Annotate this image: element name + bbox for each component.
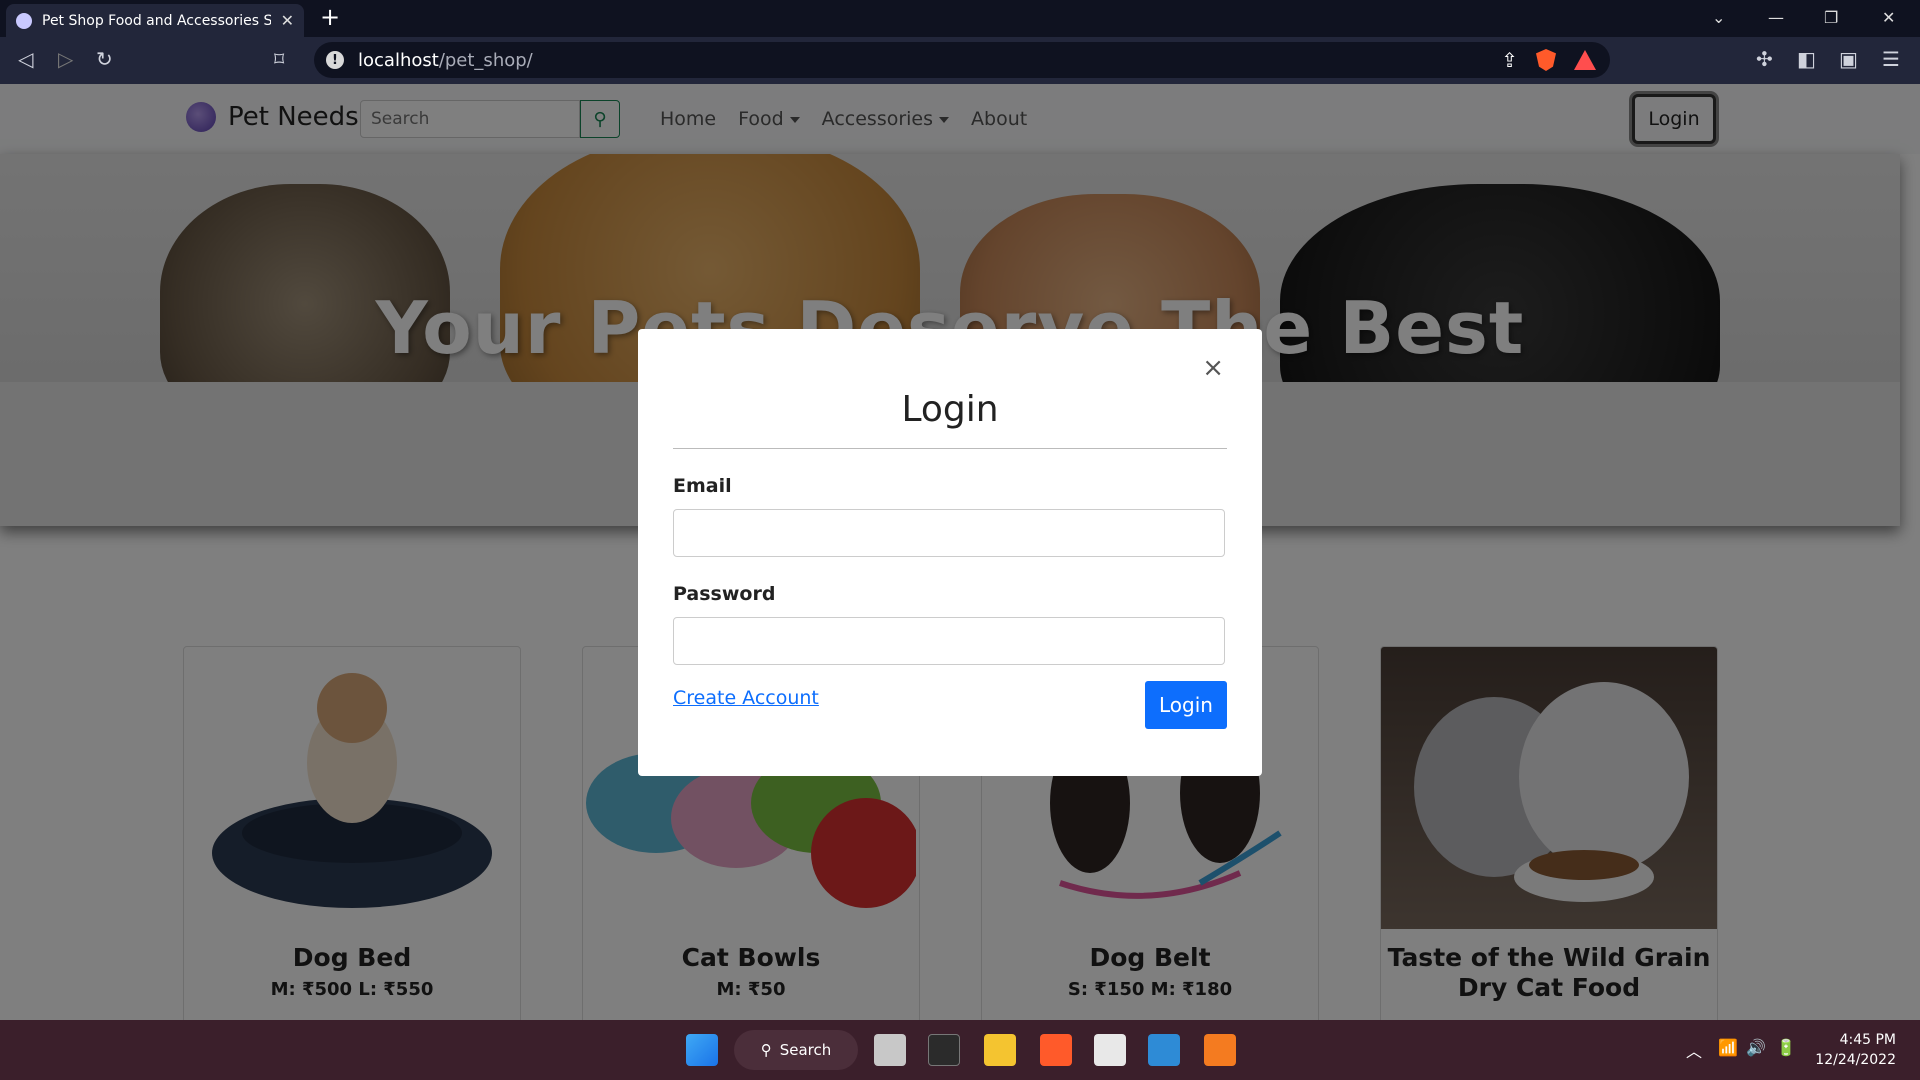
close-tab-icon[interactable]: ✕ bbox=[281, 11, 294, 30]
browser-tab-strip: Pet Shop Food and Accessories Sh ✕ + ⌄ —… bbox=[0, 0, 1920, 37]
brave-browser-icon[interactable] bbox=[1040, 1034, 1072, 1066]
reload-icon[interactable]: ↻ bbox=[96, 47, 113, 71]
volume-icon[interactable]: 🔊 bbox=[1746, 1038, 1766, 1057]
store-icon[interactable] bbox=[1094, 1034, 1126, 1066]
sidebar-icon[interactable]: ◧ bbox=[1797, 47, 1816, 71]
browser-toolbar: ◁ ▷ ↻ ⌑ ! localhost/pet_shop/ ⇪ ✣ ◧ ▣ ☰ bbox=[0, 37, 1920, 84]
system-clock[interactable]: 4:45 PM 12/24/2022 bbox=[1812, 1030, 1896, 1070]
password-label: Password bbox=[673, 583, 776, 605]
tray-chevron-icon[interactable]: ︿ bbox=[1686, 1038, 1702, 1062]
address-bar[interactable]: ! localhost/pet_shop/ ⇪ bbox=[314, 42, 1610, 78]
tab-search-icon[interactable]: ⌄ bbox=[1712, 8, 1725, 27]
url-path: /pet_shop/ bbox=[438, 49, 533, 71]
windows-start-icon[interactable] bbox=[686, 1034, 718, 1066]
site-info-icon[interactable]: ! bbox=[326, 51, 344, 69]
taskbar-search[interactable]: ⚲ Search bbox=[734, 1030, 858, 1070]
create-account-link[interactable]: Create Account bbox=[673, 687, 819, 709]
modal-title: Login bbox=[673, 389, 1227, 449]
menu-icon[interactable]: ☰ bbox=[1882, 47, 1900, 71]
brave-rewards-icon[interactable] bbox=[1574, 50, 1596, 70]
email-field[interactable] bbox=[673, 509, 1225, 557]
tab-title: Pet Shop Food and Accessories Sh bbox=[42, 12, 271, 29]
wifi-icon[interactable]: 📶 bbox=[1718, 1038, 1738, 1057]
xampp-icon[interactable] bbox=[1204, 1034, 1236, 1066]
clock-time: 4:45 PM bbox=[1839, 1032, 1896, 1048]
clock-date: 12/24/2022 bbox=[1815, 1052, 1896, 1068]
browser-tab[interactable]: Pet Shop Food and Accessories Sh ✕ bbox=[6, 4, 304, 37]
password-field[interactable] bbox=[673, 617, 1225, 665]
new-tab-icon[interactable]: + bbox=[320, 3, 340, 31]
close-icon[interactable]: × bbox=[1202, 353, 1224, 383]
extensions-icon[interactable]: ✣ bbox=[1756, 47, 1773, 71]
forward-icon[interactable]: ▷ bbox=[58, 47, 73, 71]
wallet-icon[interactable]: ▣ bbox=[1839, 47, 1858, 71]
url-host: localhost bbox=[358, 49, 439, 71]
battery-icon[interactable]: 🔋 bbox=[1776, 1038, 1796, 1057]
back-icon[interactable]: ◁ bbox=[18, 47, 33, 71]
brave-shields-icon[interactable] bbox=[1536, 49, 1556, 71]
taskbar-search-label: Search bbox=[779, 1041, 832, 1059]
vscode-icon[interactable] bbox=[1148, 1034, 1180, 1066]
login-modal: × Login Email Password Create Account Lo… bbox=[638, 329, 1262, 776]
modal-footer: Create Account Login bbox=[673, 681, 1227, 737]
login-submit-button[interactable]: Login bbox=[1145, 681, 1227, 729]
search-icon: ⚲ bbox=[760, 1041, 772, 1059]
share-icon[interactable]: ⇪ bbox=[1501, 48, 1518, 72]
terminal-icon[interactable] bbox=[928, 1034, 960, 1066]
restore-icon[interactable]: ❐ bbox=[1824, 8, 1838, 27]
taskbar: ⚲ Search ︿ 📶 🔊 🔋 4:45 PM 12/24/2022 bbox=[0, 1020, 1920, 1080]
email-label: Email bbox=[673, 475, 732, 497]
favicon-icon bbox=[16, 12, 32, 29]
minimize-icon[interactable]: — bbox=[1768, 8, 1784, 27]
window-close-icon[interactable]: ✕ bbox=[1882, 8, 1895, 27]
file-explorer-icon[interactable] bbox=[984, 1034, 1016, 1066]
task-view-icon[interactable] bbox=[874, 1034, 906, 1066]
bookmark-icon[interactable]: ⌑ bbox=[274, 47, 284, 71]
